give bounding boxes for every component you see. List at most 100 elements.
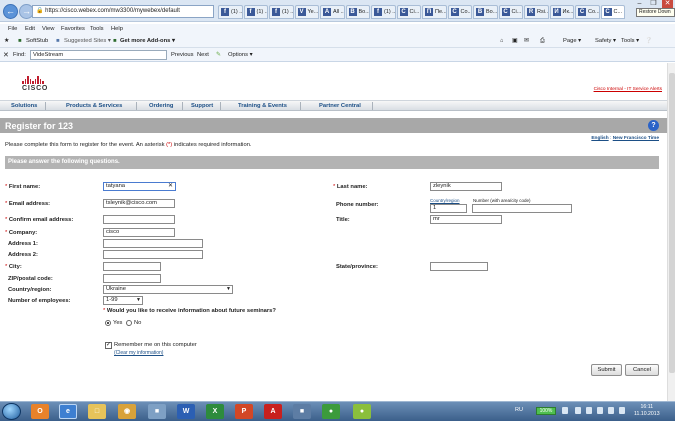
outlook-icon[interactable]: O: [31, 404, 49, 419]
browser-tab[interactable]: C Co...: [447, 5, 472, 19]
remember-checkbox[interactable]: ✓: [105, 342, 112, 349]
phone-number-input[interactable]: [472, 204, 572, 213]
seminars-yes-radio[interactable]: [105, 320, 111, 326]
browser-tab[interactable]: И Ик...: [549, 5, 574, 19]
title-input[interactable]: mr: [430, 215, 502, 224]
email-input[interactable]: tsleynik@cisco.com: [103, 199, 175, 208]
language-indicator[interactable]: RU: [515, 407, 523, 413]
seminars-no-radio[interactable]: [126, 320, 132, 326]
confirm-email-input[interactable]: [103, 215, 175, 224]
highlight-icon[interactable]: ✎: [216, 52, 221, 58]
browser-tab[interactable]: B Bo...: [345, 5, 370, 19]
clear-input-icon[interactable]: ✕: [168, 183, 173, 190]
word-icon[interactable]: W: [177, 404, 195, 419]
city-input[interactable]: [103, 262, 161, 271]
safety-menu[interactable]: Safety ▾: [595, 38, 616, 44]
feeds-icon[interactable]: ▣: [512, 38, 517, 44]
timezone-link[interactable]: New Francisco Time: [613, 136, 659, 141]
mail-icon[interactable]: ✉: [524, 38, 529, 44]
battery-indicator[interactable]: 100%: [536, 407, 556, 415]
nav-solutions[interactable]: Solutions: [11, 103, 37, 109]
first-name-input[interactable]: tatyana ✕: [103, 182, 176, 191]
flag-icon[interactable]: [586, 407, 592, 414]
suggested-sites-link[interactable]: Suggested Sites ▾: [64, 38, 111, 44]
tray-icon[interactable]: [575, 407, 581, 414]
clock[interactable]: 16:11 11.10.2013: [634, 404, 660, 418]
nav-training-events[interactable]: Training & Events: [238, 103, 287, 109]
browser-tab[interactable]: B Bo...: [473, 5, 498, 19]
cisco-internal-link[interactable]: Cisco Internal - IT Service Alerts: [594, 87, 662, 92]
nav-partner-central[interactable]: Partner Central: [319, 103, 361, 109]
webex-icon[interactable]: ●: [322, 404, 340, 419]
phone-country-hint[interactable]: Country/region: [430, 198, 460, 203]
nav-products-services[interactable]: Products & Services: [66, 103, 122, 109]
tools-menu[interactable]: Tools ▾: [621, 38, 639, 44]
nav-ordering[interactable]: Ordering: [149, 103, 173, 109]
browser-tab[interactable]: R Rsi...: [524, 5, 549, 19]
browser-tab[interactable]: C C...: [600, 5, 625, 19]
scrollbar-thumb[interactable]: [669, 73, 675, 373]
help-icon[interactable]: ?: [648, 120, 659, 131]
app2-icon[interactable]: ●: [353, 404, 371, 419]
address1-input[interactable]: [103, 239, 203, 248]
browser-tab[interactable]: f(1) ...: [371, 5, 396, 19]
menu-favorites[interactable]: Favorites: [61, 26, 85, 32]
browser-tab[interactable]: f(1) ...: [243, 5, 268, 19]
chrome-icon[interactable]: ◉: [118, 404, 136, 419]
browser-tab[interactable]: П Пе...: [422, 5, 447, 19]
page-scrollbar[interactable]: [667, 63, 675, 401]
find-previous-button[interactable]: Previous: [171, 52, 194, 58]
start-button[interactable]: [2, 403, 21, 420]
browser-tab[interactable]: A All ...: [320, 5, 345, 19]
menu-help[interactable]: Help: [111, 26, 123, 32]
browser-tab[interactable]: C Ci...: [498, 5, 523, 19]
browser-tab[interactable]: V Ye...: [294, 5, 319, 19]
menu-view[interactable]: View: [42, 26, 54, 32]
network-tray-icon[interactable]: [597, 407, 603, 414]
employees-select[interactable]: 1-99 ▼: [103, 296, 143, 305]
get-addons-link[interactable]: Get more Add-ons ▾: [120, 38, 175, 44]
cancel-button[interactable]: Cancel: [625, 364, 659, 376]
last-name-input[interactable]: zleynik: [430, 182, 502, 191]
find-options-button[interactable]: Options ▾: [228, 52, 253, 58]
browser-tab[interactable]: f(1) ...: [218, 5, 243, 19]
home-icon[interactable]: ⌂: [500, 38, 504, 44]
country-select[interactable]: Ukraine ▼: [103, 285, 233, 294]
clear-info-link[interactable]: (Clear my information): [114, 350, 163, 356]
zip-input[interactable]: [103, 274, 161, 283]
help-menu-icon[interactable]: ❔: [645, 38, 652, 44]
menu-edit[interactable]: Edit: [25, 26, 35, 32]
page-menu[interactable]: Page ▾: [563, 38, 581, 44]
power-icon[interactable]: [619, 407, 625, 414]
phone-country-input[interactable]: 1: [430, 204, 467, 213]
language-link[interactable]: English: [591, 136, 608, 141]
volume-icon[interactable]: [608, 407, 614, 414]
app-icon[interactable]: ■: [148, 404, 166, 419]
nav-support[interactable]: Support: [191, 103, 213, 109]
browser-tab[interactable]: f(1) ...: [269, 5, 294, 19]
acrobat-icon[interactable]: A: [264, 404, 282, 419]
cisco-logo[interactable]: CISCO: [22, 76, 48, 92]
powerpoint-icon[interactable]: P: [235, 404, 253, 419]
tray-icon[interactable]: [562, 407, 568, 414]
state-input[interactable]: [430, 262, 488, 271]
find-next-button[interactable]: Next: [197, 52, 209, 58]
browser-tab[interactable]: C Ci...: [396, 5, 421, 19]
address-bar[interactable]: 🔒 https://cisco.webex.com/mw3300/mywebex…: [32, 5, 214, 18]
excel-icon[interactable]: X: [206, 404, 224, 419]
print-icon[interactable]: ⎙: [540, 38, 545, 45]
network-icon[interactable]: ■: [293, 404, 311, 419]
find-input[interactable]: VideStream: [30, 50, 167, 60]
submit-button[interactable]: Submit: [591, 364, 622, 376]
address2-input[interactable]: [103, 250, 203, 259]
menu-tools[interactable]: Tools: [90, 26, 104, 32]
favorites-star-icon[interactable]: ★: [4, 38, 9, 44]
internet-explorer-icon[interactable]: e: [59, 404, 77, 419]
menu-file[interactable]: File: [8, 26, 17, 32]
softstub-link[interactable]: SoftStub: [26, 38, 48, 44]
folder-icon[interactable]: □: [88, 404, 106, 419]
back-button[interactable]: ←: [3, 4, 18, 19]
close-find-icon[interactable]: ✕: [3, 51, 9, 59]
browser-tab[interactable]: C Co...: [575, 5, 600, 19]
company-input[interactable]: cisco: [103, 228, 175, 237]
